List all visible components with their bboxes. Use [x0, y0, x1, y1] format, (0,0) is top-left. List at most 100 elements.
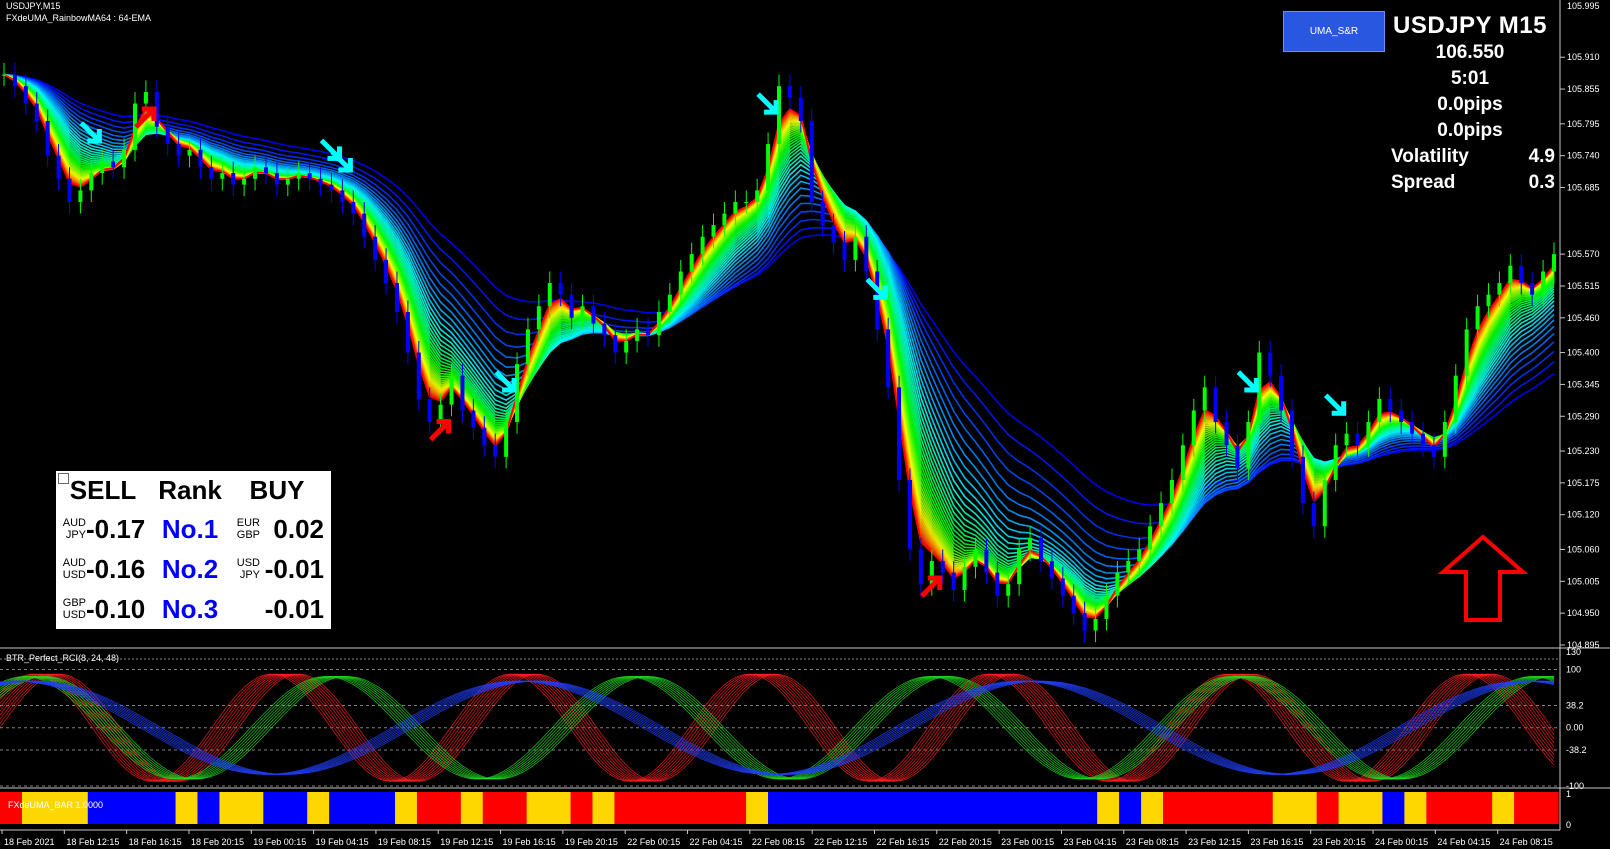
candle-body	[1355, 433, 1360, 446]
candle-body	[1464, 329, 1469, 376]
uma-bar-segment	[438, 792, 462, 824]
price-tick-label: 105.175	[1567, 478, 1600, 488]
candle-body	[853, 236, 858, 260]
uma-sr-button[interactable]: UMA_S&R	[1283, 11, 1385, 52]
candle-body	[984, 549, 989, 573]
candle-body	[263, 167, 268, 174]
candle-body	[897, 387, 902, 480]
uma-bar-segment	[1338, 792, 1362, 824]
candle-body	[1421, 433, 1426, 446]
candle-body	[558, 283, 563, 295]
candle-body	[787, 86, 792, 98]
table-checkbox[interactable]	[58, 473, 69, 484]
candle-body	[1333, 445, 1338, 480]
rank-header: SELL Rank BUY	[56, 471, 331, 509]
candle-body	[1191, 410, 1196, 446]
candle-body	[798, 97, 803, 121]
candle-body	[504, 422, 509, 457]
rank-header-label: Rank	[158, 474, 222, 505]
rank-label: No.3	[161, 593, 219, 624]
uma-bar-segment	[965, 792, 989, 824]
candle-body	[351, 201, 356, 214]
candle-body	[1137, 549, 1142, 562]
candle-body	[373, 236, 378, 260]
uma-bar-segment	[1404, 792, 1427, 824]
price-value: 106.550	[1435, 42, 1505, 63]
candle-body	[940, 561, 945, 573]
uma-bar-segment	[1272, 792, 1296, 824]
candle-body	[711, 225, 716, 237]
uma-bar-segment	[1075, 792, 1098, 824]
candle-body	[1431, 445, 1436, 457]
time-tick-label: 24 Feb 08:15	[1500, 837, 1553, 847]
candle-body	[1213, 387, 1218, 423]
candle-body	[689, 254, 694, 272]
price-tick-label: 105.230	[1567, 446, 1600, 456]
candle-body	[1093, 618, 1098, 631]
candle-body	[176, 144, 181, 156]
candle-body	[493, 445, 498, 457]
price-tick-label: 105.685	[1567, 183, 1600, 193]
uma-bar-segment	[855, 792, 879, 824]
uma-bar-segment	[1294, 792, 1318, 824]
sell-pair: GBP USD	[62, 597, 86, 621]
uma-bar-segment	[1141, 792, 1164, 824]
candle-body	[45, 120, 50, 156]
candle-body	[1377, 398, 1382, 423]
candle-body	[1169, 479, 1174, 504]
candle-body	[143, 91, 148, 104]
candle-body	[744, 201, 749, 203]
buy-header: BUY	[249, 474, 305, 505]
uma-bar-segment	[724, 792, 747, 824]
candle-body	[646, 329, 651, 336]
candle-body	[515, 364, 520, 423]
candle-body	[602, 323, 607, 336]
candle-body	[1060, 578, 1065, 596]
uma-bar-segment	[1250, 792, 1274, 824]
uma-bar-segment	[1031, 792, 1054, 824]
bar-tick-label: 1	[1566, 789, 1571, 799]
pips-value-2: 0.0pips	[1437, 120, 1503, 141]
candle-body	[1322, 479, 1327, 527]
candle-body	[613, 335, 618, 353]
time-tick-label: 19 Feb 04:15	[316, 837, 369, 847]
time-tick-label: 19 Feb 08:15	[378, 837, 431, 847]
rci-label: BTR_Perfect_RCI(8, 24, 48)	[6, 653, 120, 663]
info-panel: USDJPY M15 106.550 5:01 0.0pips 0.0pips …	[1385, 12, 1555, 196]
candle-body	[864, 236, 869, 272]
rank-row-2: AUD USD -0.16 No.2 USD JPY -0.01	[56, 549, 331, 589]
buy-value: -0.01	[264, 553, 324, 584]
candle-body	[667, 294, 672, 313]
candle-body	[460, 375, 465, 411]
spread-value: 0.3	[1528, 172, 1555, 193]
uma-bar-segment	[1514, 792, 1537, 824]
uma-bar-segment	[1470, 792, 1493, 824]
uma-bar-segment	[1053, 792, 1076, 824]
uma-bar-segment	[899, 792, 923, 824]
uma-bar-segment	[789, 792, 813, 824]
uma-bar-segment	[526, 792, 550, 824]
candle-body	[1028, 537, 1033, 550]
candle-body	[274, 173, 279, 185]
candle-body	[1071, 595, 1076, 614]
price-tick-label: 105.795	[1567, 119, 1600, 129]
uma-bar-segment	[1009, 792, 1032, 824]
uma-bar-segment	[219, 792, 242, 824]
uma-bar-segment	[307, 792, 330, 824]
candle-body	[820, 201, 825, 226]
uma-bar-segment	[833, 792, 857, 824]
candle-body	[1552, 254, 1556, 272]
chart-canvas: 105.910 105.855 105.795 105.740 105.685 105.5…	[0, 0, 1610, 849]
candle-body	[307, 173, 312, 179]
candle-body	[122, 149, 127, 168]
uma-bar-segment	[811, 792, 835, 824]
candle-body	[1115, 572, 1120, 596]
price-tick-label: 105.515	[1567, 281, 1600, 291]
candle-body	[733, 201, 738, 214]
rank-row-1: AUD JPY -0.17 No.1 EUR GBP 0.02	[56, 509, 331, 549]
spread-label: Spread	[1391, 172, 1456, 193]
candle-body	[700, 236, 705, 255]
time-tick-label: 23 Feb 00:15	[1001, 837, 1054, 847]
candle-body	[1519, 265, 1524, 284]
buy-pair: EUR GBP	[236, 517, 260, 541]
